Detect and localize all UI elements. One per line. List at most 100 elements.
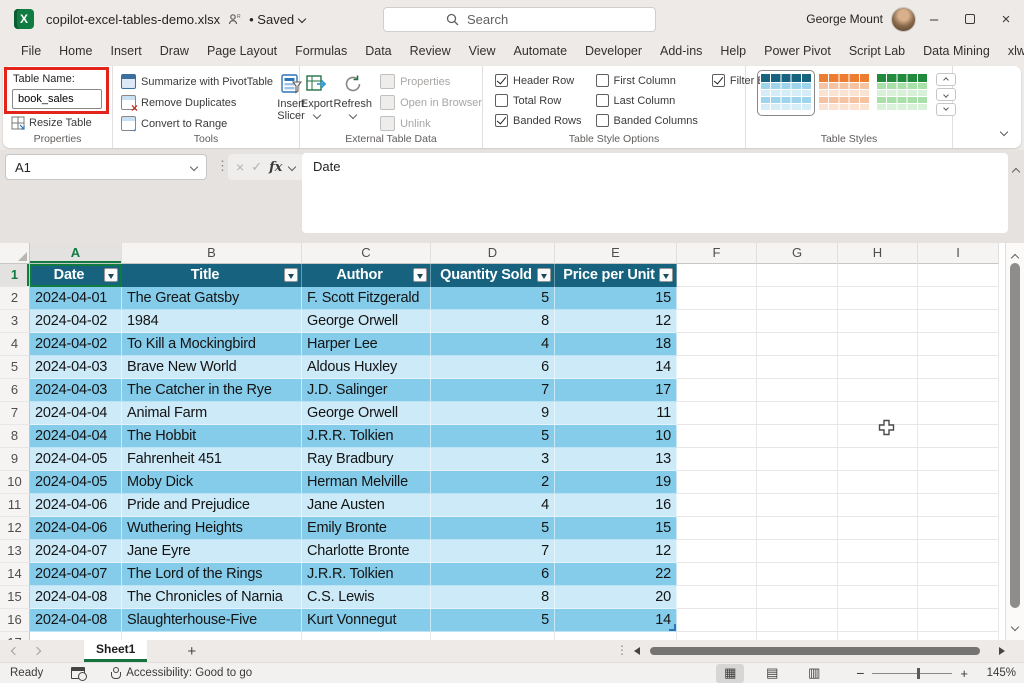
cell-G8[interactable] [757,425,838,448]
cell-C17[interactable] [302,632,431,640]
cell-G15[interactable] [757,586,838,609]
cell-C10[interactable]: Herman Melville [302,471,431,494]
cell-A5[interactable]: 2024-04-03 [30,356,122,379]
tab-xlwings[interactable]: xlwings [999,38,1024,66]
cell-G17[interactable] [757,632,838,640]
column-header-A[interactable]: A [30,243,122,264]
cell-G14[interactable] [757,563,838,586]
cell-G9[interactable] [757,448,838,471]
cell-D6[interactable]: 7 [431,379,555,402]
next-sheet-icon[interactable] [33,647,41,655]
header-cell-A1[interactable]: Date [30,264,122,287]
cell-H14[interactable] [838,563,918,586]
table-resize-handle[interactable] [669,624,676,631]
cell-E16[interactable]: 14 [555,609,677,632]
filter-button-title[interactable] [284,268,298,282]
cell-F6[interactable] [677,379,757,402]
accessibility-status[interactable]: Accessibility: Good to go [109,667,252,679]
cell-B4[interactable]: To Kill a Mockingbird [122,333,302,356]
cell-D8[interactable]: 5 [431,425,555,448]
cell-C4[interactable]: Harper Lee [302,333,431,356]
row-number-11[interactable]: 11 [0,494,30,517]
row-number-15[interactable]: 15 [0,586,30,609]
cell-I10[interactable] [918,471,999,494]
cell-A3[interactable]: 2024-04-02 [30,310,122,333]
name-box[interactable]: A1 [5,154,207,180]
cell-H16[interactable] [838,609,918,632]
column-header-F[interactable]: F [677,243,757,264]
cell-I12[interactable] [918,517,999,540]
collapse-ribbon-icon[interactable] [1001,122,1007,140]
cell-C14[interactable]: J.R.R. Tolkien [302,563,431,586]
resize-table-button[interactable]: Resize Table [11,116,112,130]
cell-E7[interactable]: 11 [555,402,677,425]
cell-E4[interactable]: 18 [555,333,677,356]
cell-E9[interactable]: 13 [555,448,677,471]
cell-H6[interactable] [838,379,918,402]
cell-F9[interactable] [677,448,757,471]
checkbox-header-row[interactable]: Header Row [495,74,582,87]
cell-F15[interactable] [677,586,757,609]
cell-H12[interactable] [838,517,918,540]
cell-G4[interactable] [757,333,838,356]
normal-view-button[interactable]: ▦ [716,664,744,683]
cell-C16[interactable]: Kurt Vonnegut [302,609,431,632]
filter-button-quantity-sold[interactable] [537,268,551,282]
cell-C11[interactable]: Jane Austen [302,494,431,517]
confirm-entry-icon[interactable]: ✓ [251,159,262,175]
collapse-formula-bar-icon[interactable] [1013,162,1019,180]
cell-D17[interactable] [431,632,555,640]
cell-H1[interactable] [838,264,918,287]
cell-G12[interactable] [757,517,838,540]
cell-E12[interactable]: 15 [555,517,677,540]
cell-D15[interactable]: 8 [431,586,555,609]
previous-sheet-icon[interactable] [11,647,19,655]
checkbox-banded-columns[interactable]: Banded Columns [596,114,698,127]
cell-A7[interactable]: 2024-04-04 [30,402,122,425]
filter-button-price-per-unit[interactable] [659,268,673,282]
table-style-orange[interactable] [818,73,870,113]
cell-A10[interactable]: 2024-04-05 [30,471,122,494]
tab-insert[interactable]: Insert [102,38,151,66]
cell-E8[interactable]: 10 [555,425,677,448]
vertical-scrollbar[interactable] [1005,243,1024,640]
row-number-12[interactable]: 12 [0,517,30,540]
cell-D12[interactable]: 5 [431,517,555,540]
tab-file[interactable]: File [12,38,50,66]
checkbox-total-row[interactable]: Total Row [495,94,582,107]
tab-draw[interactable]: Draw [151,38,198,66]
row-number-16[interactable]: 16 [0,609,30,632]
cell-F3[interactable] [677,310,757,333]
cell-B10[interactable]: Moby Dick [122,471,302,494]
cell-A13[interactable]: 2024-04-07 [30,540,122,563]
tab-automate[interactable]: Automate [505,38,577,66]
row-number-10[interactable]: 10 [0,471,30,494]
row-number-3[interactable]: 3 [0,310,30,333]
cell-D5[interactable]: 6 [431,356,555,379]
column-header-E[interactable]: E [555,243,677,264]
cell-E5[interactable]: 14 [555,356,677,379]
formula-input[interactable]: Date [302,153,1008,233]
cell-B6[interactable]: The Catcher in the Rye [122,379,302,402]
checkbox-first-column[interactable]: First Column [596,74,698,87]
cell-I7[interactable] [918,402,999,425]
cell-F5[interactable] [677,356,757,379]
zoom-in-button[interactable]: + [960,666,968,681]
cell-C7[interactable]: George Orwell [302,402,431,425]
tab-data[interactable]: Data [356,38,400,66]
select-all-corner[interactable] [0,243,30,264]
cell-I5[interactable] [918,356,999,379]
cell-D2[interactable]: 5 [431,287,555,310]
cell-D11[interactable]: 4 [431,494,555,517]
tab-developer[interactable]: Developer [576,38,651,66]
cell-H15[interactable] [838,586,918,609]
cell-E3[interactable]: 12 [555,310,677,333]
maximize-button[interactable] [952,0,988,38]
cell-I4[interactable] [918,333,999,356]
autosave-status[interactable]: • Saved [249,12,305,27]
cell-I2[interactable] [918,287,999,310]
cell-I6[interactable] [918,379,999,402]
cell-H11[interactable] [838,494,918,517]
horizontal-scroll-thumb[interactable] [650,647,980,655]
row-number-17[interactable]: 17 [0,632,30,640]
